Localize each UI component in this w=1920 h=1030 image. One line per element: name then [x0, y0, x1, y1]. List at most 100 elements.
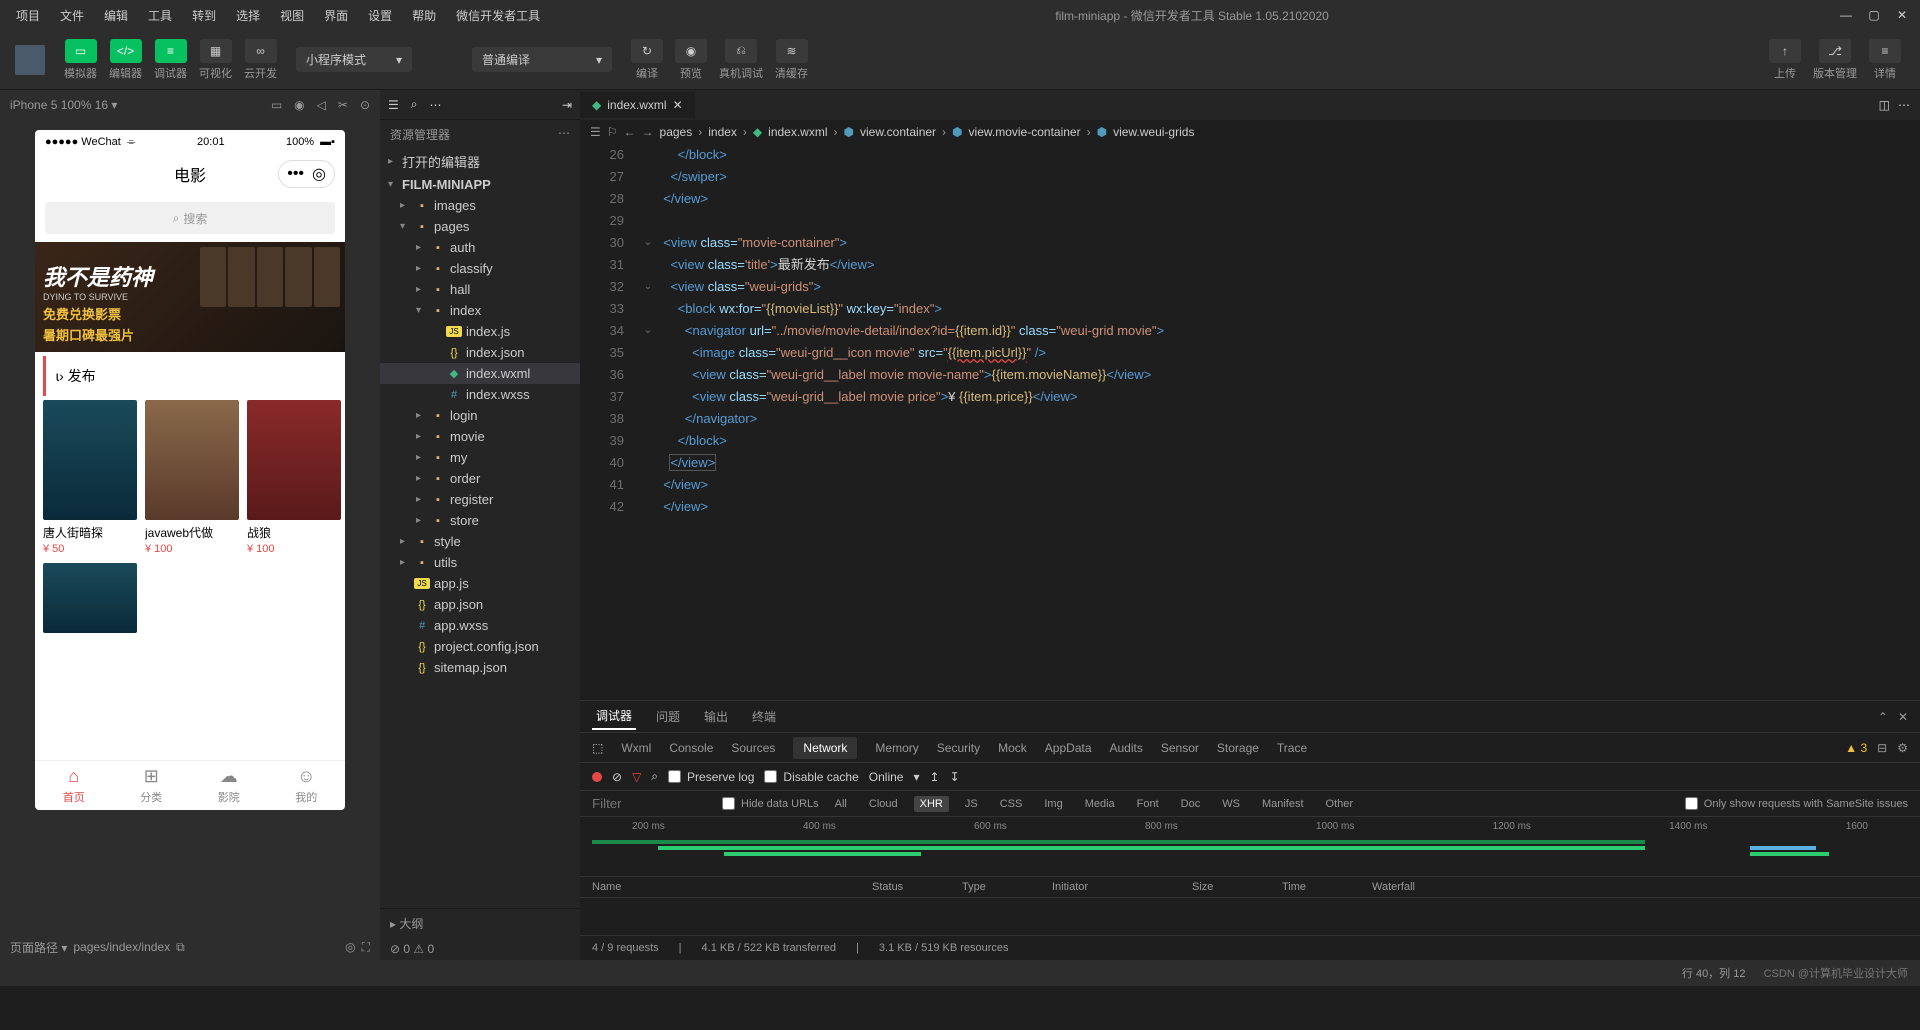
folder-order[interactable]: ▸▪order: [380, 468, 580, 489]
col-initiator[interactable]: Initiator: [1052, 881, 1192, 893]
open-editors[interactable]: ▸打开的编辑器: [380, 149, 580, 174]
inspect-icon[interactable]: ⬚: [592, 741, 603, 755]
tab-debugger[interactable]: 调试器: [592, 703, 636, 730]
folder-pages[interactable]: ▾▪pages: [380, 216, 580, 237]
page-path-label[interactable]: 页面路径 ▾: [10, 939, 67, 956]
subtab-memory[interactable]: Memory: [875, 741, 918, 755]
chip-all[interactable]: All: [829, 796, 853, 812]
phone-simulator[interactable]: ●●●●● WeChat⌯ 20:01 100%▬▪ 电影 •••◎ ⌕搜索 我…: [35, 130, 345, 810]
chevron-up-icon[interactable]: ⌃: [1878, 710, 1888, 724]
chip-font[interactable]: Font: [1131, 796, 1165, 812]
settings-icon[interactable]: ⚙: [1897, 741, 1908, 755]
menu-select[interactable]: 选择: [228, 3, 268, 28]
chip-manifest[interactable]: Manifest: [1256, 796, 1310, 812]
subtab-network[interactable]: Network: [793, 737, 857, 759]
tab-problems[interactable]: 问题: [652, 704, 684, 729]
bookmark-icon[interactable]: ⚐: [607, 125, 618, 139]
subtab-trace[interactable]: Trace: [1277, 741, 1307, 755]
subtab-storage[interactable]: Storage: [1217, 741, 1259, 755]
cursor-position[interactable]: 行 40，列 12: [1682, 965, 1746, 981]
col-status[interactable]: Status: [872, 881, 962, 893]
chip-doc[interactable]: Doc: [1175, 796, 1207, 812]
col-waterfall[interactable]: Waterfall: [1372, 881, 1415, 893]
chip-xhr[interactable]: XHR: [914, 796, 949, 812]
copy-icon[interactable]: ⧉: [176, 940, 185, 955]
file-indexwxss[interactable]: #index.wxss: [380, 384, 580, 405]
tab-terminal[interactable]: 终端: [748, 704, 780, 729]
tab-output[interactable]: 输出: [700, 704, 732, 729]
mute-icon[interactable]: ◁: [317, 98, 326, 112]
code-editor[interactable]: 2627282930313233343536373839404142 ⌄⌄⌄ <…: [580, 144, 1920, 700]
avatar[interactable]: [15, 45, 45, 75]
chip-ws[interactable]: WS: [1216, 796, 1246, 812]
debugger-toggle[interactable]: ≡调试器: [150, 37, 191, 83]
forward-icon[interactable]: →: [642, 125, 654, 139]
subtab-sensor[interactable]: Sensor: [1161, 741, 1199, 755]
status-errors[interactable]: ⊘ 0 ⚠ 0: [390, 942, 434, 956]
project-root[interactable]: ▾FILM-MINIAPP: [380, 174, 580, 195]
folder-classify[interactable]: ▸▪classify: [380, 258, 580, 279]
menu-help[interactable]: 帮助: [404, 3, 444, 28]
details-button[interactable]: ≡详情: [1865, 37, 1905, 83]
folder-images[interactable]: ▸▪images: [380, 195, 580, 216]
menu-interface[interactable]: 界面: [316, 3, 356, 28]
expand-icon[interactable]: ⛶: [362, 940, 370, 955]
explorer-icon[interactable]: ☰: [388, 98, 399, 112]
search-icon[interactable]: ⌕: [411, 97, 418, 112]
col-time[interactable]: Time: [1282, 881, 1372, 893]
movie-card[interactable]: 战狼¥ 100: [247, 400, 341, 555]
split-icon[interactable]: ◫: [1879, 98, 1890, 112]
disable-cache-checkbox[interactable]: [764, 770, 777, 783]
list-icon[interactable]: ☰: [590, 125, 601, 139]
version-button[interactable]: ⎇版本管理: [1809, 37, 1861, 83]
chip-other[interactable]: Other: [1320, 796, 1360, 812]
tab-profile[interactable]: ☺我的: [268, 761, 346, 810]
warning-badge[interactable]: ▲ 3: [1845, 741, 1867, 755]
close-capsule-icon[interactable]: ◎: [312, 164, 326, 184]
preserve-log-checkbox[interactable]: [668, 770, 681, 783]
search-icon[interactable]: ⌕: [651, 769, 658, 784]
movie-card[interactable]: javaweb代做¥ 100: [145, 400, 239, 555]
breadcrumb[interactable]: ☰⚐←→ pages› index› ◆index.wxml› ⬢view.co…: [580, 120, 1920, 144]
eye-icon[interactable]: ◎: [345, 940, 355, 954]
folder-utils[interactable]: ▸▪utils: [380, 552, 580, 573]
folder-store[interactable]: ▸▪store: [380, 510, 580, 531]
device-select[interactable]: iPhone 5 100% 16 ▾: [10, 98, 117, 112]
filter-input[interactable]: [592, 796, 712, 811]
throttle-select[interactable]: Online: [869, 770, 904, 784]
simulator-toggle[interactable]: ▭模拟器: [60, 37, 101, 83]
close-tab-icon[interactable]: ✕: [673, 98, 683, 112]
preview-button[interactable]: ◉预览: [671, 37, 711, 83]
compile-button[interactable]: ↻编译: [627, 37, 667, 83]
menu-file[interactable]: 文件: [52, 3, 92, 28]
download-icon[interactable]: ↧: [950, 770, 960, 784]
filter-icon[interactable]: ▽: [632, 770, 641, 784]
close-panel-icon[interactable]: ✕: [1898, 710, 1908, 724]
file-appjs[interactable]: JSapp.js: [380, 573, 580, 594]
movie-card[interactable]: 唐人街暗探¥ 50: [43, 400, 137, 555]
chip-cloud[interactable]: Cloud: [863, 796, 904, 812]
collapse-icon[interactable]: ⇥: [562, 98, 572, 112]
remote-debug-button[interactable]: ⎌真机调试: [715, 37, 767, 83]
visual-toggle[interactable]: ▦可视化: [195, 37, 236, 83]
tab-cinema[interactable]: ☁影院: [190, 761, 268, 810]
upload-icon[interactable]: ↥: [930, 770, 940, 784]
banner[interactable]: 我不是药神 DYING TO SURVIVE 免费兑换影票 暑期口碑最强片: [35, 242, 345, 352]
menu-devtools[interactable]: 微信开发者工具: [448, 3, 548, 28]
col-name[interactable]: Name: [592, 881, 872, 893]
cut-icon[interactable]: ✂: [338, 98, 348, 112]
tab-category[interactable]: ⊞分类: [113, 761, 191, 810]
menu-tools[interactable]: 工具: [140, 3, 180, 28]
subtab-appdata[interactable]: AppData: [1045, 741, 1092, 755]
menu-project[interactable]: 项目: [8, 3, 48, 28]
folder-register[interactable]: ▸▪register: [380, 489, 580, 510]
outline-section[interactable]: ▸ 大纲: [380, 908, 580, 938]
file-indexjson[interactable]: {}index.json: [380, 342, 580, 363]
menu-edit[interactable]: 编辑: [96, 3, 136, 28]
more-icon[interactable]: ⋯: [1898, 98, 1910, 112]
file-appwxss[interactable]: #app.wxss: [380, 615, 580, 636]
subtab-wxml[interactable]: Wxml: [621, 741, 651, 755]
file-indexwxml[interactable]: ◆index.wxml: [380, 363, 580, 384]
subtab-console[interactable]: Console: [669, 741, 713, 755]
folder-hall[interactable]: ▸▪hall: [380, 279, 580, 300]
